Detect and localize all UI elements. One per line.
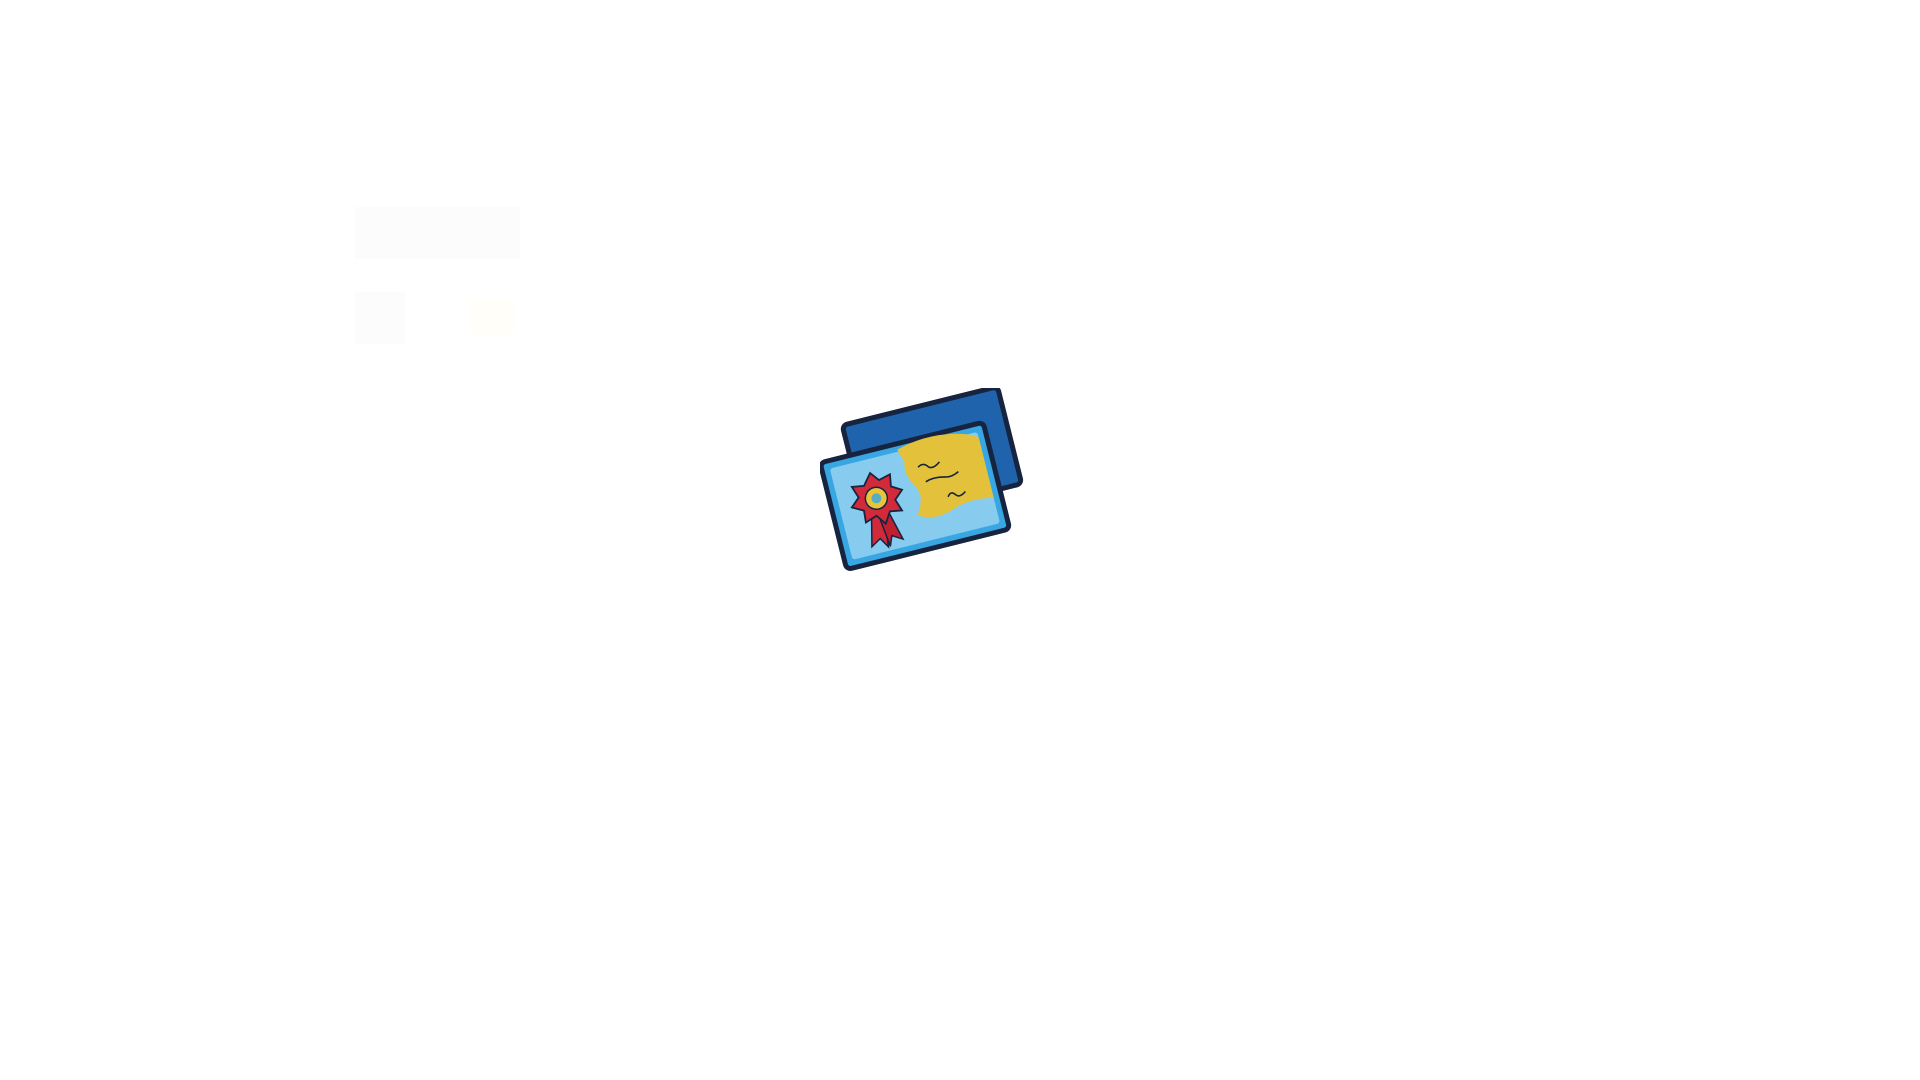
loading-screen <box>0 0 1920 1080</box>
skeleton-title-placeholder <box>354 207 520 259</box>
skeleton-badge-placeholder <box>470 300 514 336</box>
loading-illustration <box>820 388 1040 588</box>
skeleton-avatar-placeholder <box>354 292 406 344</box>
certificate-cards-icon <box>820 388 1024 571</box>
